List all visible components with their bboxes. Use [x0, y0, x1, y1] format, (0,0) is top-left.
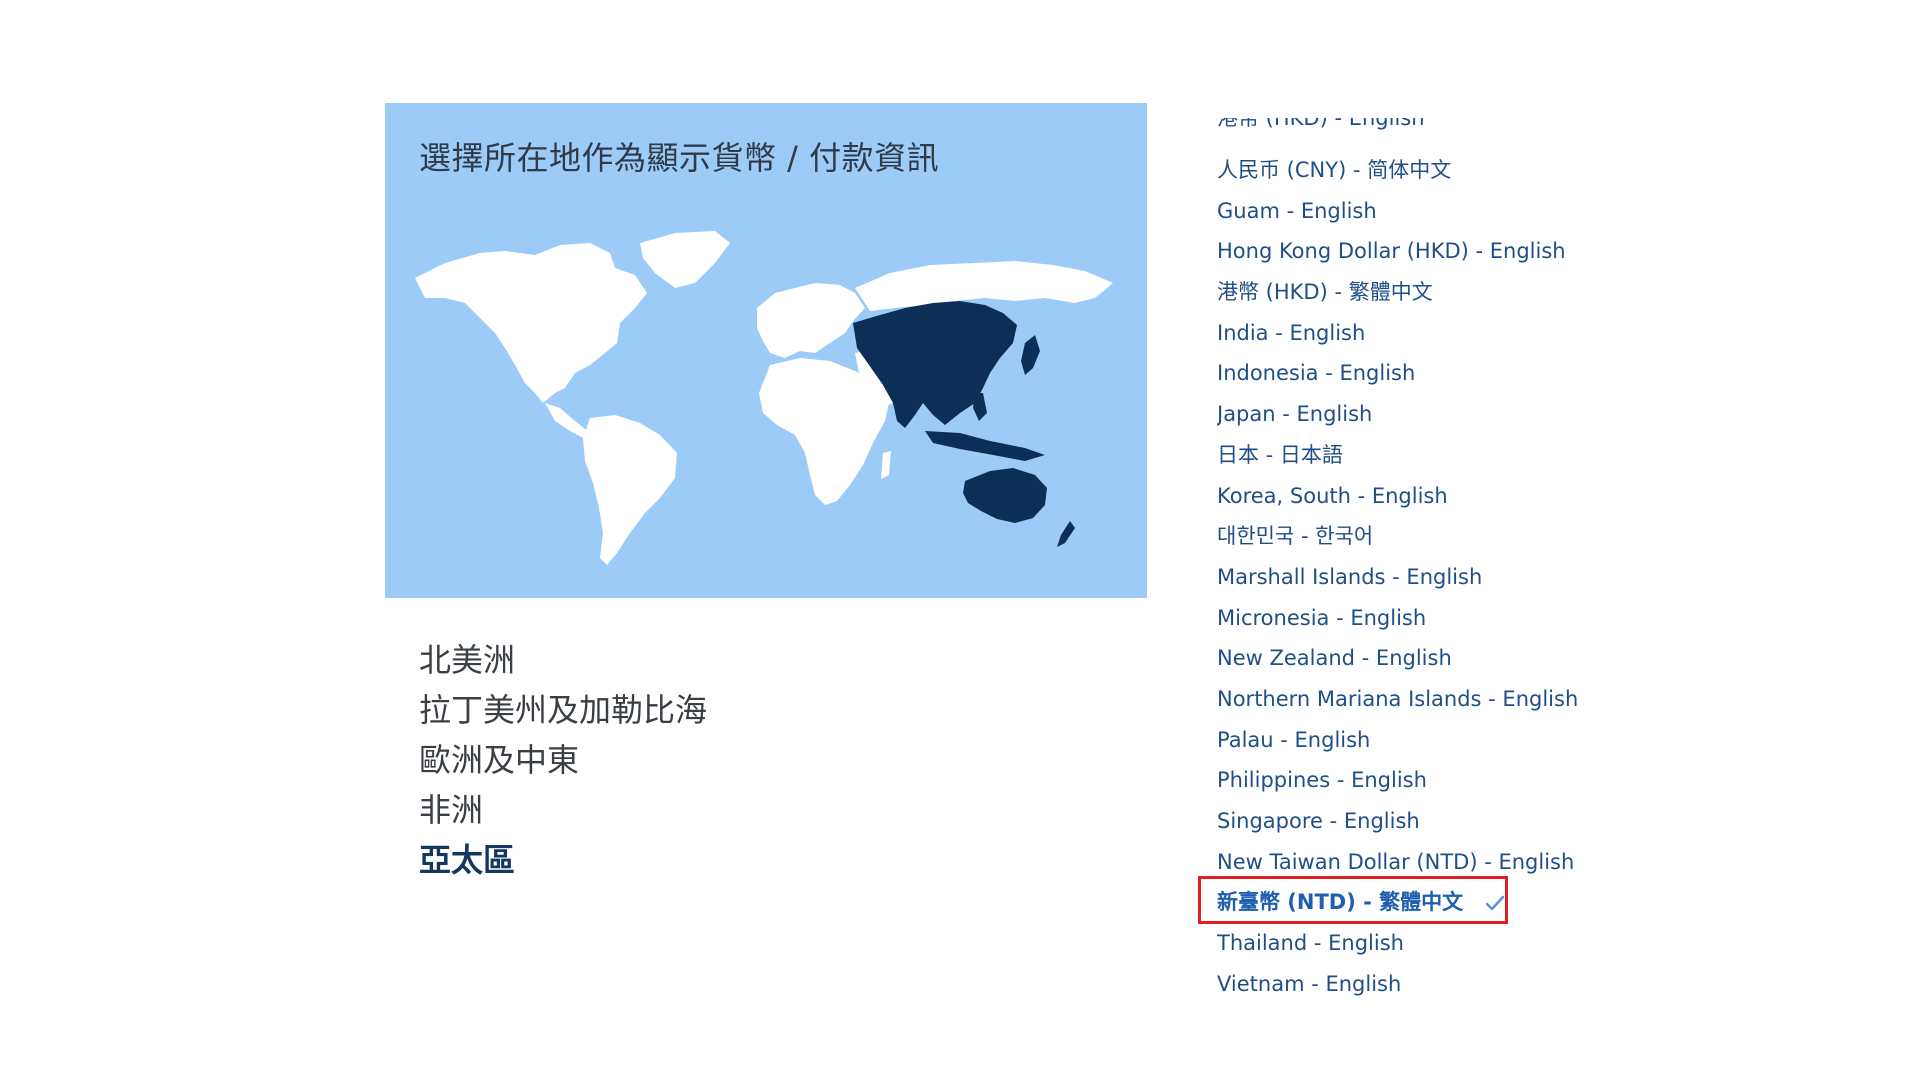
locale-item-singapore-en[interactable]: Singapore - English [1217, 801, 1578, 842]
region-item-europe-middle-east[interactable]: 歐洲及中東 [419, 735, 707, 785]
map-title: 選擇所在地作為顯示貨幣 / 付款資訊 [419, 139, 940, 177]
locale-item-northern-mariana-en[interactable]: Northern Mariana Islands - English [1217, 679, 1578, 720]
locale-item-hkd-zh-hant[interactable]: 港幣 (HKD) - 繁體中文 [1217, 272, 1578, 313]
map-philippines [973, 393, 987, 421]
locale-item-korea-en[interactable]: Korea, South - English [1217, 476, 1578, 517]
map-se-asia-islands [925, 431, 1045, 461]
map-north-america[interactable] [415, 243, 647, 403]
region-item-north-america[interactable]: 北美洲 [419, 635, 707, 685]
locale-item-marshall-islands-en[interactable]: Marshall Islands - English [1217, 557, 1578, 598]
region-map-panel: 選擇所在地作為顯示貨幣 / 付款資訊 [385, 103, 1147, 598]
map-greenland [640, 231, 730, 288]
locale-item-japan-en[interactable]: Japan - English [1217, 394, 1578, 435]
selection-highlight-box [1198, 876, 1508, 924]
map-japan [1021, 335, 1040, 375]
map-south-america[interactable] [583, 415, 677, 565]
map-new-zealand [1057, 521, 1075, 547]
map-australia[interactable] [963, 468, 1047, 523]
locale-item-guam-en[interactable]: Guam - English [1217, 191, 1578, 232]
locale-item-micronesia-en[interactable]: Micronesia - English [1217, 598, 1578, 639]
locale-item-new-zealand-en[interactable]: New Zealand - English [1217, 638, 1578, 679]
locale-item-india-en[interactable]: India - English [1217, 313, 1578, 354]
region-item-africa[interactable]: 非洲 [419, 785, 707, 835]
locale-item-cny-zh-hans[interactable]: 人民币 (CNY) - 简体中文 [1217, 150, 1578, 191]
locale-item-philippines-en[interactable]: Philippines - English [1217, 760, 1578, 801]
locale-list[interactable]: 港幣 (HKD) - English 人民币 (CNY) - 简体中文 Guam… [1217, 118, 1637, 1008]
locale-item-clipped[interactable]: 港幣 (HKD) - English [1217, 118, 1425, 132]
map-north-asia [855, 261, 1113, 311]
locale-item-palau-en[interactable]: Palau - English [1217, 720, 1578, 761]
region-item-asia-pacific[interactable]: 亞太區 [419, 835, 707, 885]
region-item-latin-america-caribbean[interactable]: 拉丁美州及加勒比海 [419, 685, 707, 735]
locale-item-thailand-en[interactable]: Thailand - English [1217, 923, 1578, 964]
locale-item-japan-ja[interactable]: 日本 - 日本語 [1217, 435, 1578, 476]
map-europe[interactable] [757, 283, 865, 358]
locale-item-korea-ko[interactable]: 대한민국 - 한국어 [1217, 516, 1578, 557]
map-madagascar [881, 451, 891, 479]
locale-item-hkd-en[interactable]: Hong Kong Dollar (HKD) - English [1217, 231, 1578, 272]
locale-item-vietnam-en[interactable]: Vietnam - English [1217, 964, 1578, 1005]
region-list: 北美洲 拉丁美州及加勒比海 歐洲及中東 非洲 亞太區 [419, 635, 707, 885]
locale-item-indonesia-en[interactable]: Indonesia - English [1217, 353, 1578, 394]
